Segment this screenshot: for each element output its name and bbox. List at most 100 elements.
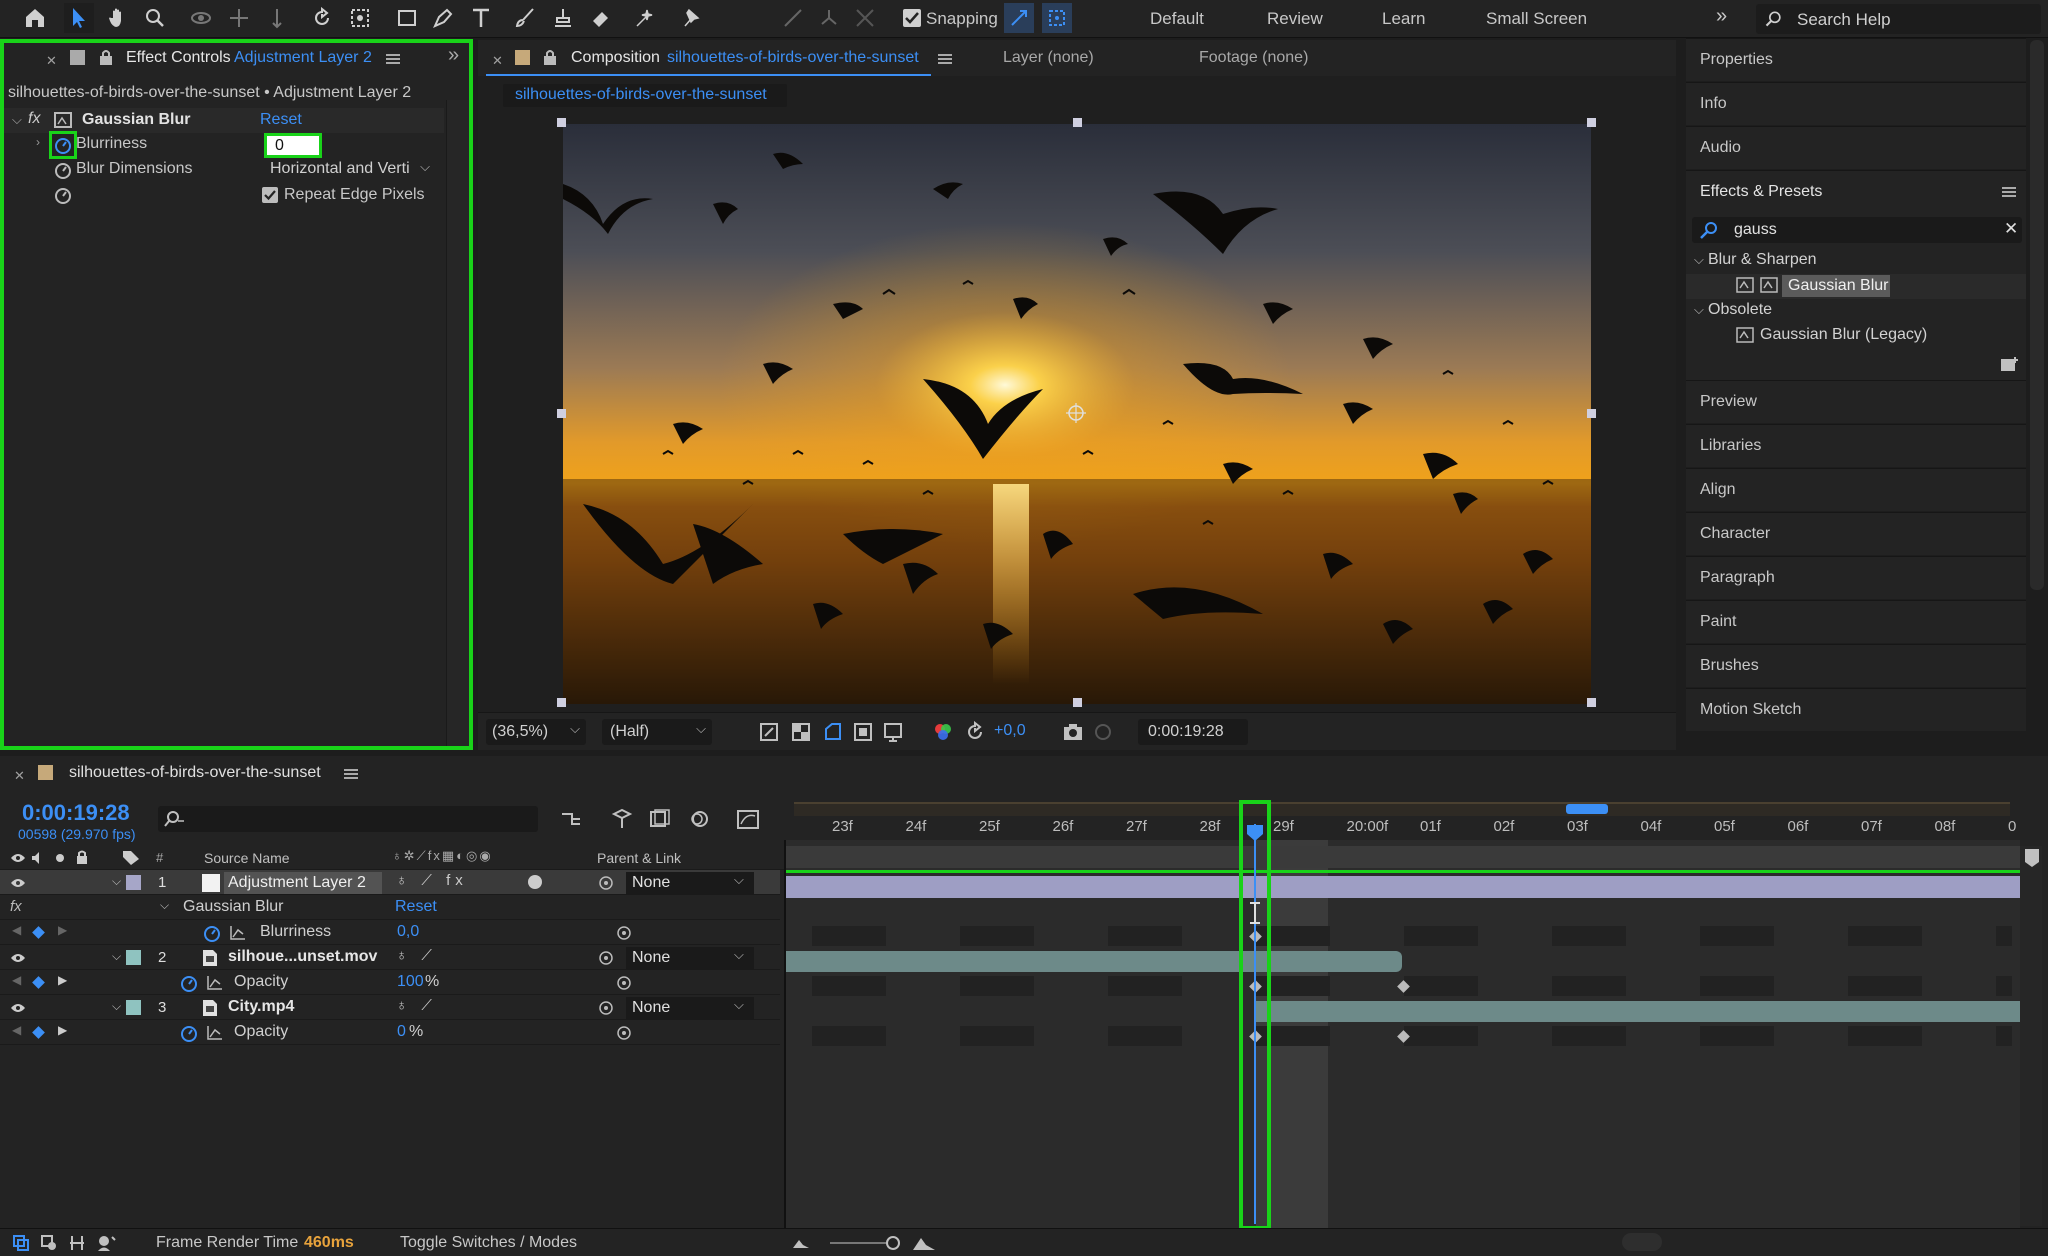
timeline-search-input[interactable] xyxy=(158,806,538,832)
layer-label-color[interactable] xyxy=(126,875,141,890)
toggle-switches-modes[interactable]: Toggle Switches / Modes xyxy=(400,1234,577,1252)
stopwatch-icon[interactable] xyxy=(54,186,72,204)
footage-tab[interactable]: Footage (none) xyxy=(1199,49,1308,67)
stopwatch-icon[interactable] xyxy=(54,161,72,179)
composition-tab-name[interactable]: silhouettes-of-birds-over-the-sunset xyxy=(667,49,919,67)
layer-name[interactable]: silhoue...unset.mov xyxy=(228,948,377,966)
type-tool-icon[interactable] xyxy=(466,3,496,33)
zoom-out-mountain-icon[interactable] xyxy=(792,1235,810,1249)
expand-chevron-icon[interactable]: › xyxy=(36,135,40,149)
render-time-pane-icon[interactable] xyxy=(96,1234,116,1252)
viewer-timecode-field[interactable]: 0:00:19:28 xyxy=(1138,719,1248,745)
work-area-bar[interactable] xyxy=(794,802,2010,816)
new-bin-icon[interactable] xyxy=(2000,355,2018,373)
properties-panel-header[interactable]: Properties xyxy=(1686,38,2026,81)
region-of-interest-icon[interactable] xyxy=(758,721,780,743)
opacity-value-2[interactable]: 100 xyxy=(397,973,424,991)
panel-menu-icon[interactable] xyxy=(2002,187,2016,197)
next-keyframe-icon[interactable]: ▶ xyxy=(58,1023,67,1037)
anchor-point-tool-icon[interactable] xyxy=(345,3,375,33)
collapse-chevron-icon[interactable]: ⌵ xyxy=(12,112,22,128)
align-panel-header[interactable]: Align xyxy=(1686,468,2026,511)
panel-menu-icon[interactable] xyxy=(938,54,952,64)
add-keyframe-icon[interactable] xyxy=(32,1026,45,1039)
eye-icon[interactable] xyxy=(10,1002,26,1014)
rotate-tool-icon[interactable] xyxy=(307,3,337,33)
reset-exposure-icon[interactable] xyxy=(964,721,986,743)
resolution-dropdown[interactable]: (Half) ⌵ xyxy=(602,719,712,745)
layer-bar-2[interactable] xyxy=(786,951,1402,972)
pick-whip-icon[interactable] xyxy=(598,950,614,966)
layer-tab[interactable]: Layer (none) xyxy=(1003,49,1094,67)
twirl-chevron-icon[interactable]: ⌵ xyxy=(112,949,121,964)
fx-toggle-icon[interactable]: fx xyxy=(28,110,40,128)
pick-whip-icon[interactable] xyxy=(616,975,632,991)
graph-editor-icon[interactable] xyxy=(736,808,760,830)
brush-tool-icon[interactable] xyxy=(510,3,540,33)
timeline-current-time[interactable]: 0:00:19:28 xyxy=(22,800,130,826)
show-snapshot-icon[interactable] xyxy=(1092,721,1114,743)
roto-brush-tool-icon[interactable] xyxy=(630,3,660,33)
effect-reset-link[interactable]: Reset xyxy=(260,111,302,129)
twirl-chevron-icon[interactable]: ⌵ xyxy=(112,874,121,889)
effect-group-reset[interactable]: Reset xyxy=(395,898,437,916)
source-name-header[interactable]: Source Name xyxy=(204,850,290,866)
layer-row-2[interactable]: ⌵ 2 silhoue...unset.mov ♁ ⟋ None ⌵ xyxy=(0,945,780,970)
layer-name-field[interactable]: Adjustment Layer 2 xyxy=(224,872,382,894)
prev-keyframe-icon[interactable]: ◀ xyxy=(12,923,21,937)
stopwatch-icon[interactable] xyxy=(180,974,198,992)
layer-row-1[interactable]: ⌵ 1 Adjustment Layer 2 ♁ ⟋ fx None ⌵ xyxy=(0,870,780,895)
zoom-slider-thumb[interactable] xyxy=(886,1236,900,1250)
comp-marker-bin-icon[interactable] xyxy=(2024,848,2040,868)
transform-handle[interactable] xyxy=(557,698,566,707)
group-obsolete[interactable]: Obsolete xyxy=(1708,301,1772,319)
snapping-checkbox[interactable] xyxy=(903,9,921,27)
composition-tab-label[interactable]: Composition xyxy=(571,49,660,67)
layer-bar-1[interactable] xyxy=(786,876,2020,898)
gaussian-blur-selection[interactable]: Gaussian Blur xyxy=(1782,275,1890,297)
motion-sketch-panel-header[interactable]: Motion Sketch xyxy=(1686,688,2026,731)
opacity-value-3[interactable]: 0 xyxy=(397,1023,406,1041)
effect-controls-tab-label[interactable]: Effect Controls xyxy=(126,49,231,67)
lock-icon[interactable] xyxy=(542,49,558,66)
transform-handle[interactable] xyxy=(1073,118,1082,127)
clone-stamp-tool-icon[interactable] xyxy=(548,3,578,33)
transform-handle[interactable] xyxy=(1587,409,1596,418)
selection-tool-icon[interactable] xyxy=(64,3,94,33)
twirl-chevron-icon[interactable]: ⌵ xyxy=(160,898,169,913)
grid-guides-icon[interactable] xyxy=(882,721,904,743)
panel-menu-icon[interactable] xyxy=(344,769,358,779)
graph-icon[interactable] xyxy=(230,925,246,940)
in-out-pane-icon[interactable] xyxy=(68,1234,86,1252)
opacity-property-row-3[interactable]: ◀ ▶ Opacity 0 % xyxy=(0,1020,780,1045)
layer-switches[interactable]: ♁ ⟋ xyxy=(396,947,437,964)
pick-whip-icon[interactable] xyxy=(598,1000,614,1016)
draft-3d-icon[interactable] xyxy=(610,808,634,830)
transform-handle[interactable] xyxy=(1587,118,1596,127)
layer-switches[interactable]: ♁ ⟋ xyxy=(396,997,437,1014)
layer-label-color[interactable] xyxy=(126,950,141,965)
effect-controls-tab-layer[interactable]: Adjustment Layer 2 xyxy=(234,49,372,67)
paint-panel-header[interactable]: Paint xyxy=(1686,600,2026,643)
graph-icon[interactable] xyxy=(207,1025,223,1040)
close-tab-icon[interactable]: ✕ xyxy=(46,53,57,69)
pan-camera-icon[interactable] xyxy=(224,3,254,33)
clear-search-icon[interactable]: ✕ xyxy=(2004,219,2018,239)
prev-keyframe-icon[interactable]: ◀ xyxy=(12,1023,21,1037)
comp-subtab[interactable]: silhouettes-of-birds-over-the-sunset xyxy=(503,84,787,107)
snap-to-features-icon[interactable] xyxy=(1042,3,1072,33)
transform-handle[interactable] xyxy=(1587,698,1596,707)
effects-search-input[interactable]: gauss ✕ xyxy=(1692,217,2022,243)
pick-whip-icon[interactable] xyxy=(616,925,632,941)
character-panel-header[interactable]: Character xyxy=(1686,512,2026,555)
effect-gaussian-blur-legacy[interactable]: Gaussian Blur (Legacy) xyxy=(1760,326,1927,344)
pen-tool-icon[interactable] xyxy=(428,3,458,33)
composition-mini-flowchart-icon[interactable] xyxy=(560,808,584,830)
close-tab-icon[interactable]: ✕ xyxy=(14,768,25,784)
layer-label-color[interactable] xyxy=(126,1000,141,1015)
info-panel-header[interactable]: Info xyxy=(1686,82,2026,125)
transform-handle[interactable] xyxy=(557,409,566,418)
graph-icon[interactable] xyxy=(207,975,223,990)
effect-group-row[interactable]: fx ⌵ Gaussian Blur Reset xyxy=(0,895,780,920)
anchor-point-icon[interactable] xyxy=(1064,401,1088,425)
